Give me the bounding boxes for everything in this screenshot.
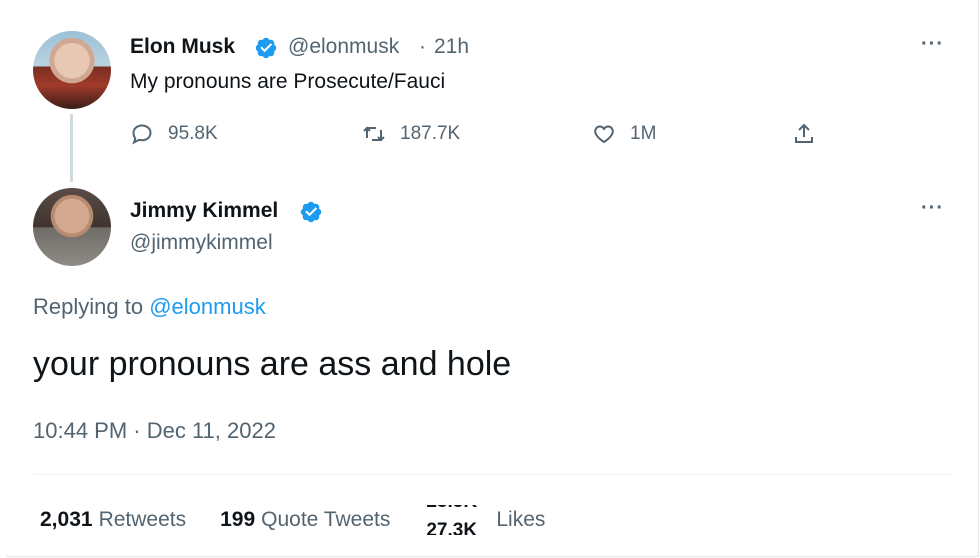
likes-count-top: 23.5K bbox=[426, 505, 477, 513]
replying-to-line: Replying to @elonmusk bbox=[33, 294, 266, 320]
thread-line bbox=[70, 114, 73, 182]
original-tweet-text: My pronouns are Prosecute/Fauci bbox=[130, 70, 446, 93]
verified-badge-icon bbox=[300, 201, 322, 223]
share-icon bbox=[795, 123, 813, 143]
original-time-ago[interactable]: 21h bbox=[434, 35, 469, 59]
likes-count-rolling: 23.5K 27.3K bbox=[424, 505, 496, 535]
verified-badge-icon bbox=[255, 37, 277, 59]
reply-icon bbox=[132, 124, 152, 145]
like-button[interactable]: 1M bbox=[592, 122, 656, 146]
quote-tweets-label: Quote Tweets bbox=[261, 508, 391, 531]
retweets-label: Retweets bbox=[98, 508, 187, 531]
heart-icon bbox=[594, 125, 614, 144]
likes-label: Likes bbox=[496, 508, 546, 531]
original-author-name[interactable]: Elon Musk bbox=[130, 35, 235, 59]
original-author-handle[interactable]: @elonmusk bbox=[288, 35, 399, 59]
retweet-icon bbox=[363, 126, 385, 142]
quote-tweets-stat[interactable]: 199 Quote Tweets bbox=[220, 508, 390, 532]
like-count: 1M bbox=[630, 123, 657, 144]
reply-author-handle[interactable]: @jimmykimmel bbox=[130, 231, 273, 255]
retweet-button[interactable]: 187.7K bbox=[362, 122, 460, 146]
reply-timestamp[interactable]: 10:44 PM · Dec 11, 2022 bbox=[33, 418, 276, 444]
reply-author-name[interactable]: Jimmy Kimmel bbox=[130, 199, 278, 223]
reply-tweet-text: your pronouns are ass and hole bbox=[33, 345, 512, 383]
reply-button[interactable]: 95.8K bbox=[130, 122, 218, 146]
more-icon[interactable]: ··· bbox=[921, 197, 944, 220]
avatar-jimmy-kimmel[interactable] bbox=[33, 188, 111, 266]
retweet-count: 187.7K bbox=[400, 123, 461, 144]
likes-stat[interactable]: 23.5K 27.3K Likes bbox=[424, 505, 545, 535]
replying-prefix: Replying to bbox=[33, 294, 144, 319]
meta-separator: · bbox=[419, 35, 426, 58]
quote-tweets-count: 199 bbox=[220, 508, 256, 531]
likes-count-bottom: 27.3K bbox=[426, 520, 478, 535]
retweets-count: 2,031 bbox=[40, 508, 93, 531]
share-button[interactable] bbox=[792, 122, 816, 146]
divider bbox=[33, 474, 954, 475]
more-icon[interactable]: ··· bbox=[921, 33, 944, 56]
reply-count: 95.8K bbox=[168, 123, 218, 144]
replying-to-mention[interactable]: @elonmusk bbox=[149, 294, 266, 319]
avatar-elon-musk[interactable] bbox=[33, 31, 111, 109]
retweets-stat[interactable]: 2,031 Retweets bbox=[40, 508, 186, 532]
engagement-stats: 2,031Retweets 199Quote Tweets 23.5K 27.3… bbox=[40, 505, 545, 535]
